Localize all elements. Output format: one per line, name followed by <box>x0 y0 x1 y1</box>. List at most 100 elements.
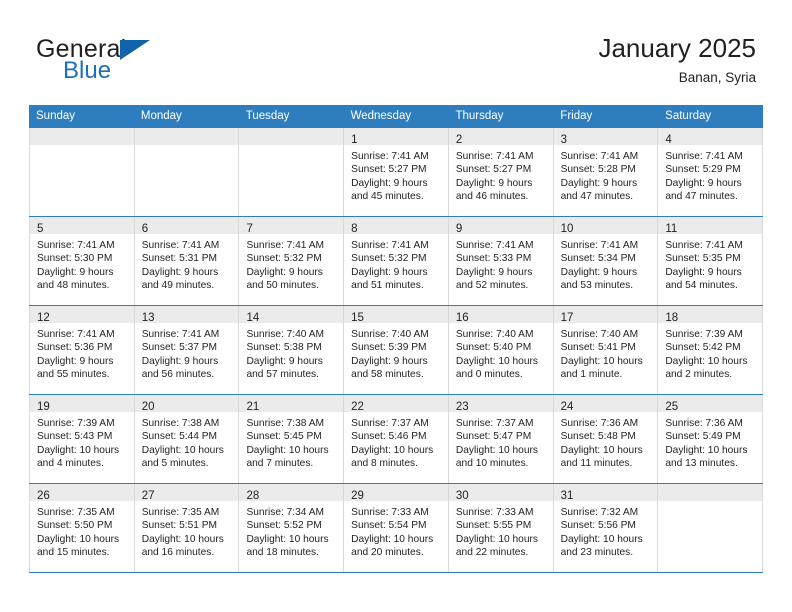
day-cell[interactable]: 28 Sunrise: 7:34 AM Sunset: 5:52 PM Dayligh… <box>238 484 344 572</box>
day-number-strip: 28 <box>239 484 344 502</box>
daylight-text-line2: and 20 minutes. <box>351 547 424 559</box>
daylight-text-line1: Daylight: 9 hours <box>455 266 533 278</box>
day-cell[interactable]: 22 Sunrise: 7:37 AM Sunset: 5:46 PM Dayligh… <box>343 395 448 483</box>
general-blue-logo[interactable]: General Blue <box>36 36 236 83</box>
sunset-text: Sunset: 5:52 PM <box>246 520 322 532</box>
day-number: 25 <box>665 401 679 413</box>
day-number-strip: 23 <box>448 395 553 413</box>
week-row: 19 Sunrise: 7:39 AM Sunset: 5:43 PM Dayligh… <box>29 395 764 484</box>
day-cell[interactable]: 12 Sunrise: 7:41 AM Sunset: 5:36 PM Dayligh… <box>29 306 134 394</box>
day-cell[interactable]: 11 Sunrise: 7:41 AM Sunset: 5:35 PM Dayligh… <box>657 217 764 305</box>
day-cell[interactable]: 27 Sunrise: 7:35 AM Sunset: 5:51 PM Dayligh… <box>133 484 239 572</box>
title-block: January 2025 Banan, Syria <box>598 33 756 86</box>
day-number: 20 <box>141 401 155 413</box>
daylight-text-line2: and 57 minutes. <box>246 369 319 381</box>
day-cell[interactable]: 31 Sunrise: 7:32 AM Sunset: 5:56 PM Dayligh… <box>552 484 658 572</box>
day-number: 17 <box>560 312 574 324</box>
sun-info: Sunrise: 7:40 AM Sunset: 5:38 PM Daylight:… <box>239 323 343 382</box>
daylight-text-line1: Daylight: 10 hours <box>560 355 643 367</box>
day-number-strip: 12 <box>30 306 134 324</box>
sun-info: Sunrise: 7:41 AM Sunset: 5:27 PM Daylight:… <box>344 145 448 204</box>
day-cell[interactable]: 29 Sunrise: 7:33 AM Sunset: 5:54 PM Dayligh… <box>343 484 448 572</box>
sunrise-text: Sunrise: 7:40 AM <box>560 329 639 340</box>
day-number: 23 <box>455 401 469 413</box>
day-cell[interactable]: 30 Sunrise: 7:33 AM Sunset: 5:55 PM Dayligh… <box>447 484 553 572</box>
daylight-text-line1: Daylight: 10 hours <box>455 533 538 545</box>
day-cell[interactable]: 16 Sunrise: 7:40 AM Sunset: 5:40 PM Dayligh… <box>447 306 553 394</box>
day-cell[interactable]: 26 Sunrise: 7:35 AM Sunset: 5:50 PM Dayligh… <box>29 484 134 572</box>
day-cell[interactable]: 20 Sunrise: 7:38 AM Sunset: 5:44 PM Dayligh… <box>133 395 239 483</box>
daylight-text-line1: Daylight: 9 hours <box>351 266 428 278</box>
daylight-text-line2: and 48 minutes. <box>37 280 110 292</box>
day-number: 9 <box>455 223 463 235</box>
daylight-text-line2: and 46 minutes. <box>455 191 529 203</box>
day-number: 28 <box>246 490 260 502</box>
sunrise-text: Sunrise: 7:41 AM <box>141 240 220 251</box>
day-number-strip: 14 <box>239 306 344 324</box>
day-cell[interactable]: 13 Sunrise: 7:41 AM Sunset: 5:37 PM Dayligh… <box>133 306 239 394</box>
day-number: 29 <box>351 490 364 502</box>
sunrise-text: Sunrise: 7:41 AM <box>246 240 325 251</box>
dow-thursday: Thursday <box>455 110 504 122</box>
day-cell[interactable]: 19 Sunrise: 7:39 AM Sunset: 5:43 PM Dayligh… <box>29 395 134 483</box>
sunrise-text: Sunrise: 7:41 AM <box>455 151 534 162</box>
day-cell[interactable]: 14 Sunrise: 7:40 AM Sunset: 5:38 PM Dayligh… <box>238 306 344 394</box>
day-cell[interactable]: 1 Sunrise: 7:41 AM Sunset: 5:27 PM Daylight… <box>343 128 448 216</box>
day-number-strip: 2 <box>448 128 553 146</box>
sunset-text: Sunset: 5:35 PM <box>665 253 741 265</box>
daylight-text-line1: Daylight: 10 hours <box>37 533 120 545</box>
day-cell[interactable]: 7 Sunrise: 7:41 AM Sunset: 5:32 PM Daylight… <box>238 217 344 305</box>
sunset-text: Sunset: 5:32 PM <box>351 253 427 265</box>
week-row: 12 Sunrise: 7:41 AM Sunset: 5:36 PM Dayligh… <box>29 306 764 395</box>
daylight-text-line1: Daylight: 9 hours <box>665 266 742 278</box>
logo-triangle-icon <box>120 40 150 60</box>
daylight-text-line2: and 53 minutes. <box>560 280 634 292</box>
day-cell[interactable]: 23 Sunrise: 7:37 AM Sunset: 5:47 PM Dayligh… <box>447 395 553 483</box>
daylight-text-line1: Daylight: 9 hours <box>141 266 219 278</box>
sun-info: Sunrise: 7:39 AM Sunset: 5:43 PM Daylight:… <box>30 412 134 471</box>
sunrise-text: Sunrise: 7:35 AM <box>37 507 115 518</box>
calendar-page: General Blue January 2025 Banan, Syria S… <box>0 0 792 612</box>
sunset-text: Sunset: 5:30 PM <box>37 253 113 265</box>
sunset-text: Sunset: 5:49 PM <box>665 431 741 443</box>
sunset-text: Sunset: 5:27 PM <box>455 164 532 176</box>
day-cell[interactable]: 10 Sunrise: 7:41 AM Sunset: 5:34 PM Dayligh… <box>552 217 658 305</box>
sunset-text: Sunset: 5:45 PM <box>246 431 322 443</box>
sunrise-text: Sunrise: 7:33 AM <box>351 507 429 518</box>
day-cell[interactable]: 3 Sunrise: 7:41 AM Sunset: 5:28 PM Daylight… <box>552 128 658 216</box>
daylight-text-line2: and 18 minutes. <box>246 547 319 559</box>
daylight-text-line1: Daylight: 9 hours <box>141 355 219 367</box>
day-number: 18 <box>665 312 679 324</box>
day-number-strip: 24 <box>553 395 658 413</box>
sun-info: Sunrise: 7:38 AM Sunset: 5:44 PM Daylight:… <box>135 412 239 471</box>
day-cell[interactable]: 17 Sunrise: 7:40 AM Sunset: 5:41 PM Dayligh… <box>552 306 658 394</box>
daylight-text-line1: Daylight: 9 hours <box>37 266 114 278</box>
day-cell[interactable]: 5 Sunrise: 7:41 AM Sunset: 5:30 PM Daylight… <box>29 217 134 305</box>
sun-info: Sunrise: 7:35 AM Sunset: 5:51 PM Daylight:… <box>135 501 239 560</box>
sunrise-text: Sunrise: 7:40 AM <box>455 329 534 340</box>
day-number-strip: 3 <box>553 128 658 146</box>
day-cell[interactable]: 2 Sunrise: 7:41 AM Sunset: 5:27 PM Daylight… <box>447 128 553 216</box>
day-cell[interactable]: 4 Sunrise: 7:41 AM Sunset: 5:29 PM Daylight… <box>657 128 764 216</box>
day-cell[interactable]: 15 Sunrise: 7:40 AM Sunset: 5:39 PM Dayligh… <box>343 306 448 394</box>
sunrise-text: Sunrise: 7:40 AM <box>351 329 429 340</box>
sun-info: Sunrise: 7:40 AM Sunset: 5:40 PM Daylight:… <box>449 323 553 382</box>
sunrise-text: Sunrise: 7:40 AM <box>246 329 325 340</box>
daylight-text-line1: Daylight: 9 hours <box>351 177 428 189</box>
daylight-text-line1: Daylight: 10 hours <box>246 533 329 545</box>
daylight-text-line2: and 2 minutes. <box>665 369 733 381</box>
sunrise-text: Sunrise: 7:39 AM <box>37 418 115 429</box>
day-cell[interactable]: 25 Sunrise: 7:36 AM Sunset: 5:49 PM Dayligh… <box>657 395 764 483</box>
day-cell[interactable]: 21 Sunrise: 7:38 AM Sunset: 5:45 PM Dayligh… <box>238 395 344 483</box>
daylight-text-line2: and 51 minutes. <box>351 280 424 292</box>
day-cell[interactable]: 18 Sunrise: 7:39 AM Sunset: 5:42 PM Dayligh… <box>657 306 764 394</box>
day-number: 21 <box>246 401 260 413</box>
sunset-text: Sunset: 5:29 PM <box>665 164 741 176</box>
daylight-text-line1: Daylight: 10 hours <box>560 444 643 456</box>
day-cell[interactable]: 8 Sunrise: 7:41 AM Sunset: 5:32 PM Daylight… <box>343 217 448 305</box>
day-cell[interactable]: 24 Sunrise: 7:36 AM Sunset: 5:48 PM Dayligh… <box>552 395 658 483</box>
day-number-strip: 27 <box>134 484 239 502</box>
day-cell[interactable]: 9 Sunrise: 7:41 AM Sunset: 5:33 PM Daylight… <box>447 217 553 305</box>
day-cell[interactable]: 6 Sunrise: 7:41 AM Sunset: 5:31 PM Daylight… <box>133 217 239 305</box>
day-number-strip: 16 <box>448 306 553 324</box>
